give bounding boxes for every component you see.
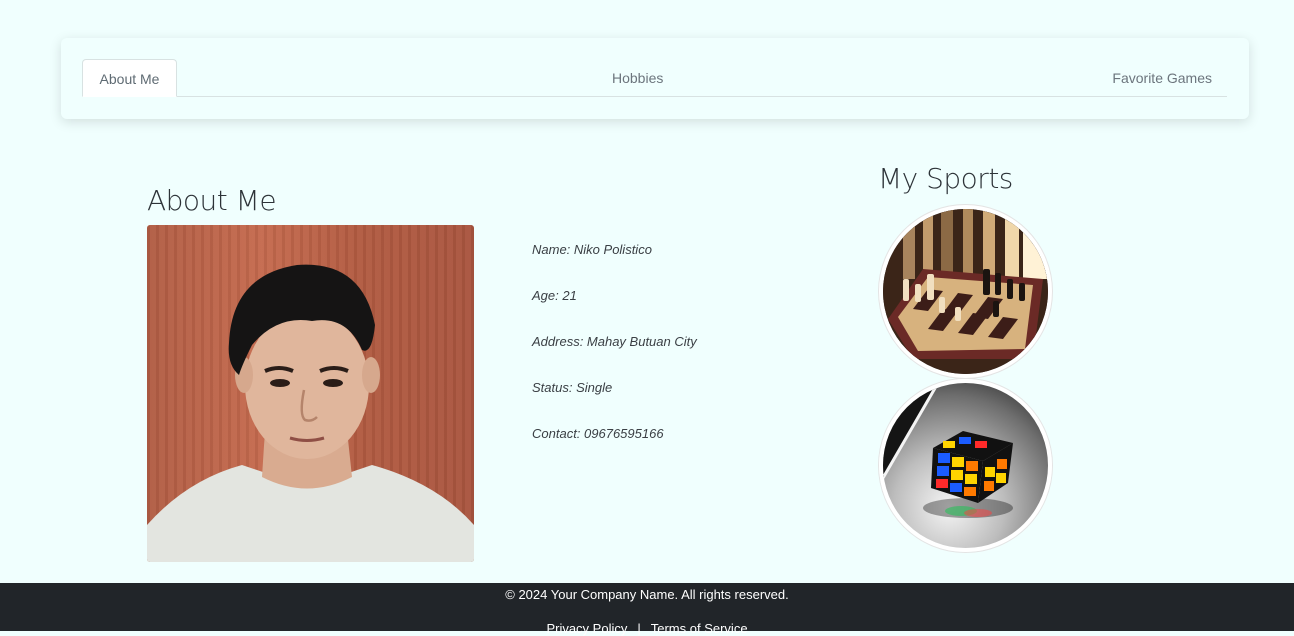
privacy-policy-link[interactable]: Privacy Policy	[546, 621, 627, 636]
my-sports-heading: My Sports	[878, 162, 1013, 195]
footer-separator: |	[637, 621, 641, 636]
detail-age: Age: 21	[532, 288, 577, 303]
navigation-card: About Me Hobbies Favorite Games	[61, 38, 1249, 119]
tab-favorite-games[interactable]: Favorite Games	[1112, 59, 1212, 97]
chess-image	[879, 205, 1052, 378]
footer-links: Privacy Policy | Terms of Service	[0, 621, 1294, 636]
detail-name: Name: Niko Polistico	[532, 242, 652, 257]
tab-about-me[interactable]: About Me	[82, 59, 177, 97]
about-me-heading: About Me	[147, 184, 277, 217]
profile-photo	[147, 225, 474, 562]
copyright-text: © 2024 Your Company Name. All rights res…	[505, 587, 789, 602]
tab-bar: About Me Hobbies Favorite Games	[82, 59, 1227, 97]
terms-of-service-link[interactable]: Terms of Service	[651, 621, 748, 636]
rubiks-cube-image	[879, 379, 1052, 552]
detail-status: Status: Single	[532, 380, 613, 395]
footer: © 2024 Your Company Name. All rights res…	[0, 583, 1294, 636]
about-details: Name: Niko Polistico Age: 21 Address: Ma…	[532, 240, 697, 470]
detail-address: Address: Mahay Butuan City	[532, 334, 697, 349]
detail-contact: Contact: 09676595166	[532, 426, 664, 441]
tab-hobbies[interactable]: Hobbies	[612, 59, 663, 97]
